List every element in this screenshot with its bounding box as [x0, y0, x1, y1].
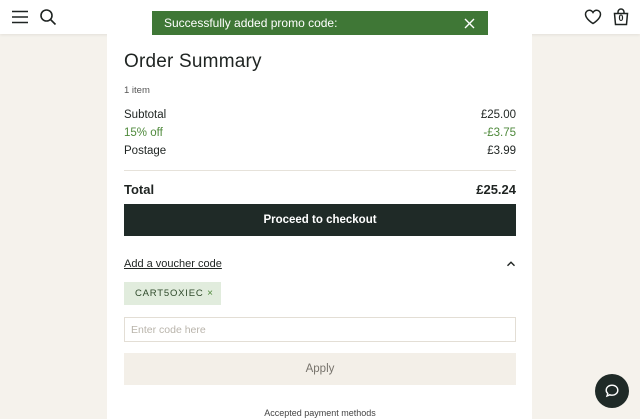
add-voucher-link[interactable]: Add a voucher code	[124, 258, 222, 270]
toast-message: Successfully added promo code:	[164, 16, 338, 30]
items-count: 1 item	[124, 85, 150, 96]
applied-voucher-code: CART5OXIEC	[135, 288, 204, 299]
discount-label: 15% off	[124, 127, 163, 139]
subtotal-row: Subtotal £25.00	[124, 109, 516, 121]
postage-label: Postage	[124, 145, 167, 157]
wishlist-heart-icon[interactable]	[582, 7, 604, 27]
basket-count: 0	[618, 13, 624, 23]
chat-button[interactable]	[595, 374, 629, 408]
proceed-to-checkout-button[interactable]: Proceed to checkout	[124, 204, 516, 236]
close-icon[interactable]	[462, 16, 476, 30]
hamburger-menu-icon[interactable]	[10, 8, 30, 26]
remove-voucher-icon[interactable]: ×	[207, 288, 213, 299]
postage-row: Postage £3.99	[124, 145, 516, 157]
discount-row: 15% off -£3.75	[124, 127, 516, 139]
subtotal-value: £25.00	[480, 109, 516, 121]
total-row: Total £25.24	[124, 182, 516, 197]
subtotal-label: Subtotal	[124, 109, 167, 121]
basket-bag-icon[interactable]: 0	[610, 6, 632, 28]
voucher-toggle[interactable]: Add a voucher code	[124, 258, 516, 270]
success-toast: Successfully added promo code:	[152, 11, 488, 35]
divider	[124, 170, 516, 171]
search-icon[interactable]	[38, 7, 58, 27]
accepted-payments-label: Accepted payment methods	[264, 408, 376, 418]
postage-value: £3.99	[487, 145, 516, 157]
page-title: Order Summary	[124, 51, 262, 72]
apply-voucher-button[interactable]: Apply	[124, 353, 516, 385]
discount-value: -£3.75	[483, 127, 516, 139]
chevron-up-icon[interactable]	[506, 259, 516, 269]
voucher-code-input[interactable]	[124, 317, 516, 342]
applied-voucher-chip: CART5OXIEC ×	[124, 282, 221, 305]
order-summary-panel: Order Summary 1 item Subtotal £25.00 15%…	[107, 34, 532, 419]
total-value: £25.24	[476, 182, 516, 197]
chat-bubble-icon	[605, 384, 619, 398]
total-label: Total	[124, 182, 155, 197]
